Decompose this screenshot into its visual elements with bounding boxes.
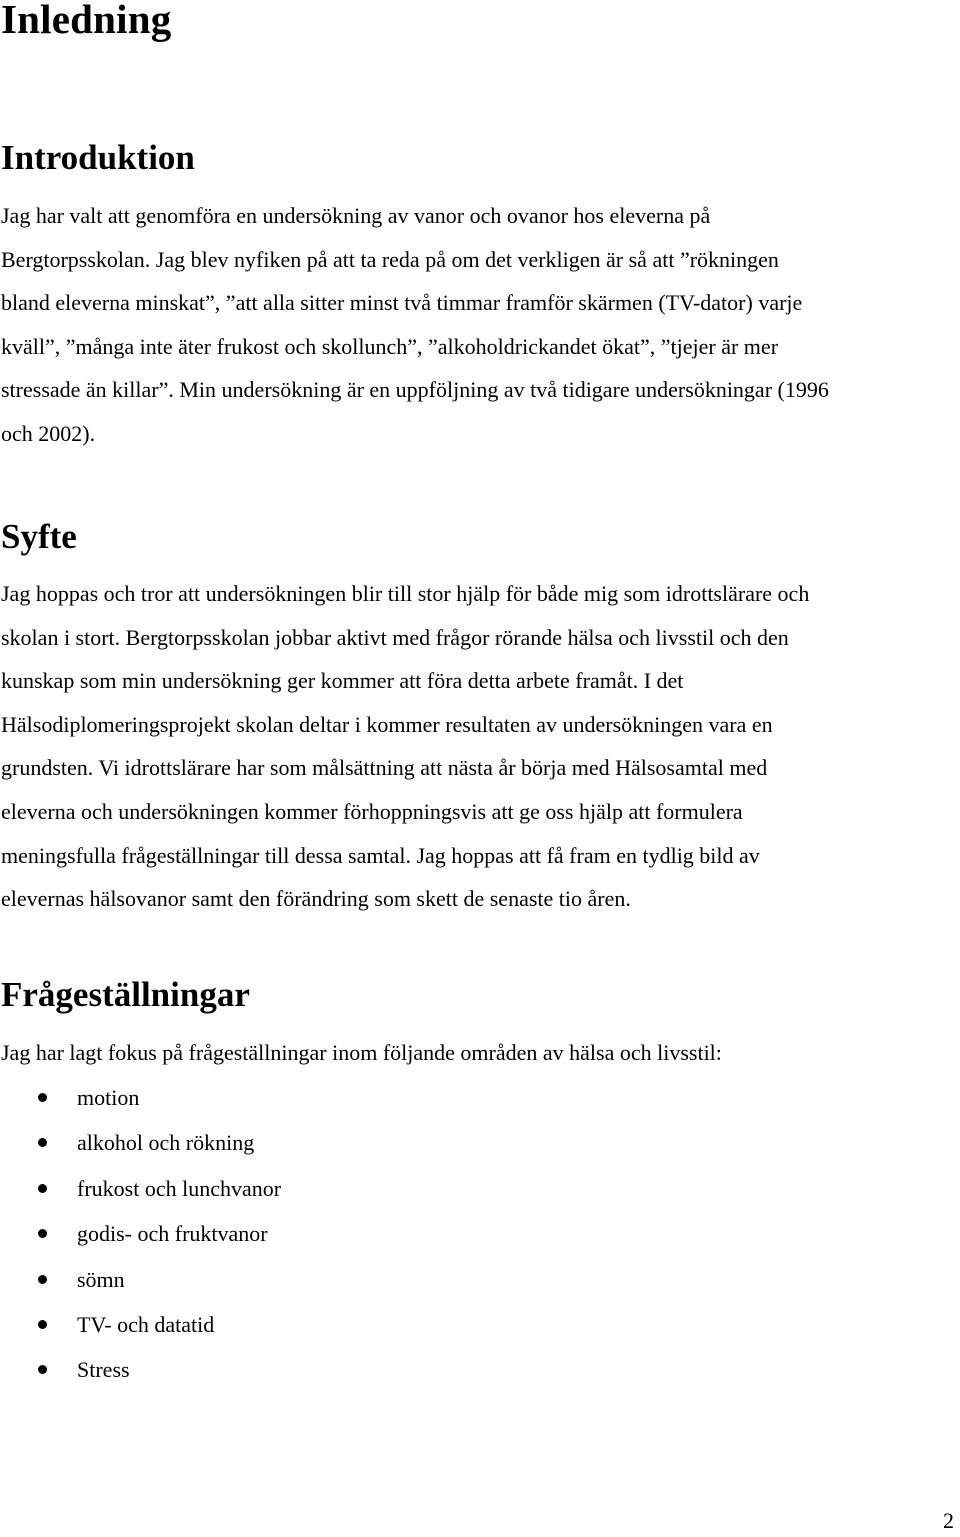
heading-fragestallningar: Frågeställningar xyxy=(1,975,250,1014)
heading-introduktion: Introduktion xyxy=(1,138,195,177)
bullet-icon xyxy=(38,1093,47,1102)
list-item-text: sömn xyxy=(77,1266,125,1292)
bullet-icon xyxy=(38,1229,47,1239)
paragraph-fragestallningar: Jag har lagt fokus på frågeställningar i… xyxy=(1,1031,722,1075)
bullet-icon xyxy=(38,1138,47,1148)
list-item-text: godis- och fruktvanor xyxy=(77,1221,268,1247)
text-line: Jag har valt att genomföra en undersökni… xyxy=(1,203,711,228)
bullet-icon xyxy=(38,1183,47,1193)
text-line: elevernas hälsovanor samt den förändring… xyxy=(1,886,631,912)
text-line: bland eleverna minskat”, ”att alla sitte… xyxy=(1,290,803,316)
text-line: eleverna och undersökningen kommer förho… xyxy=(1,798,743,824)
text-line: skolan i stort. Bergtorpsskolan jobbar a… xyxy=(1,624,789,650)
list-item-text: alkohol och rökning xyxy=(77,1130,255,1156)
list-item-text: Stress xyxy=(77,1357,130,1383)
document-title: Inledning xyxy=(1,0,172,42)
paragraph-syfte: Jag hoppas och tror att undersökningen b… xyxy=(1,572,809,921)
text-line: meningsfulla frågeställningar till dessa… xyxy=(1,842,760,868)
text-line: grundsten. Vi idrottslärare har som måls… xyxy=(1,755,768,781)
text-line: Hälsodiplomeringsprojekt skolan deltar i… xyxy=(1,711,773,737)
text-line: kunskap som min undersökning ger kommer … xyxy=(1,668,684,694)
list-item-text: frukost och lunchvanor xyxy=(77,1175,282,1201)
paragraph-introduktion: Jag har valt att genomföra en undersökni… xyxy=(1,194,829,456)
text-line: Jag hoppas och tror att undersökningen b… xyxy=(1,581,810,606)
text-line: och 2002). xyxy=(1,420,96,446)
bullet-icon xyxy=(38,1319,47,1329)
text-line: kväll”, ”många inte äter frukost och sko… xyxy=(1,333,779,359)
text-line: stressade än killar”. Min undersökning ä… xyxy=(1,377,829,403)
page-number: 2 xyxy=(943,1508,954,1533)
text-line: Jag har lagt fokus på frågeställningar i… xyxy=(1,1040,722,1065)
bullet-icon xyxy=(38,1365,47,1375)
list-item-text: TV- och datatid xyxy=(77,1311,215,1337)
bullet-icon xyxy=(38,1274,47,1284)
heading-syfte: Syfte xyxy=(1,517,77,556)
text-line: Bergtorpsskolan. Jag blev nyfiken på att… xyxy=(1,246,779,272)
list-item-text: motion xyxy=(77,1085,140,1110)
